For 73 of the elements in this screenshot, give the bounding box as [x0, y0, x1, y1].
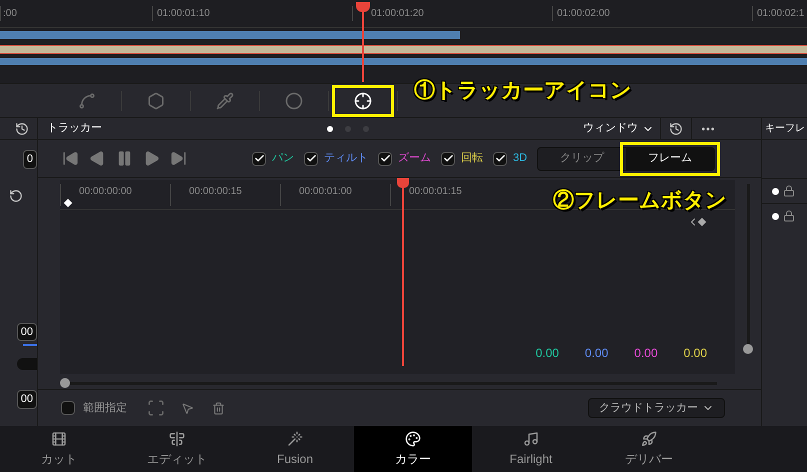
- play-icon[interactable]: [143, 150, 160, 167]
- window-menu[interactable]: ウィンドウ: [583, 120, 654, 137]
- checkbox[interactable]: [441, 152, 455, 166]
- timecode-label: 01:00:01:10: [152, 6, 352, 21]
- skip-forward-icon[interactable]: [170, 150, 187, 167]
- panel-title: トラッカー: [47, 121, 103, 136]
- option-label: 回転: [461, 151, 483, 166]
- option-label: パン: [272, 151, 294, 166]
- keyframe-icon: [64, 198, 72, 208]
- audio-icon: [523, 430, 539, 446]
- page-tab[interactable]: カット: [0, 426, 118, 472]
- checkbox[interactable]: [252, 152, 266, 166]
- reset-icon[interactable]: [15, 122, 29, 136]
- page-tab[interactable]: Fusion: [236, 426, 354, 472]
- annotation-label: ①トラッカーアイコン: [414, 80, 632, 101]
- check-icon: [380, 153, 390, 164]
- color-icon: [405, 430, 421, 446]
- option-label: 3D: [513, 151, 528, 166]
- checkbox[interactable]: [304, 152, 318, 166]
- deliver-icon: [641, 430, 657, 446]
- fusion-icon: [287, 430, 303, 446]
- tracker-icon: [354, 92, 372, 110]
- timecode-label: 00:00:00:15: [170, 184, 280, 206]
- warper-icon: [147, 92, 165, 110]
- timecode-label: :00: [0, 6, 152, 21]
- value-readout: 0.00: [584, 345, 608, 362]
- qualifier-icon: [216, 92, 234, 110]
- lock-icon[interactable]: [783, 210, 795, 222]
- play-reverse-icon[interactable]: [89, 150, 106, 167]
- value-readout: 0.00: [634, 345, 658, 362]
- page-tab[interactable]: デリバー: [590, 426, 708, 472]
- value-field[interactable]: 00: [16, 322, 37, 341]
- timecode-label: 01:00:02:00: [552, 6, 752, 21]
- check-icon: [442, 153, 454, 164]
- checkbox[interactable]: [378, 152, 392, 166]
- checkbox[interactable]: [61, 401, 75, 415]
- value-readout: 0.00: [536, 345, 559, 362]
- keyframe-icon[interactable]: [698, 218, 706, 226]
- check-icon: [306, 153, 316, 164]
- reset-icon[interactable]: [9, 188, 23, 202]
- tracker-type-dropdown[interactable]: クラウドトラッカー: [588, 398, 725, 418]
- mode-tab[interactable]: フレーム: [626, 148, 714, 170]
- palette-tool-button[interactable]: [332, 84, 394, 116]
- value-readout: 0.00: [684, 345, 707, 362]
- edit-icon: [169, 430, 185, 446]
- scroll-thumb[interactable]: [60, 378, 70, 388]
- option-label: ティルト: [324, 151, 368, 166]
- timecode-label: 01:00:02:1: [752, 6, 807, 21]
- trash-icon[interactable]: [212, 402, 225, 414]
- mode-tab[interactable]: クリップ: [538, 148, 626, 170]
- cut-icon: [51, 430, 67, 446]
- option-label: ズーム: [398, 151, 431, 166]
- lock-icon[interactable]: [783, 185, 795, 197]
- reset-icon[interactable]: [669, 122, 683, 136]
- page-tab[interactable]: Fairlight: [472, 426, 590, 472]
- window-icon: [285, 92, 303, 110]
- pointer-icon[interactable]: [181, 402, 194, 414]
- annotation-label: ②フレームボタン: [553, 190, 727, 211]
- range-label: 範囲指定: [83, 400, 128, 416]
- pause-icon[interactable]: [116, 150, 133, 167]
- check-icon: [254, 153, 264, 164]
- value-field[interactable]: 0: [22, 150, 37, 168]
- curves-icon: [78, 92, 96, 110]
- page-tab[interactable]: カラー: [354, 426, 472, 472]
- page-tab[interactable]: エディット: [118, 426, 236, 472]
- timecode-label: 00:00:01:00: [280, 184, 390, 206]
- skip-back-icon[interactable]: [62, 150, 79, 167]
- checkbox[interactable]: [493, 152, 507, 166]
- zoom-slider-thumb[interactable]: [742, 344, 752, 354]
- check-icon: [494, 153, 506, 164]
- panel-title: キーフレ: [765, 122, 805, 136]
- value-field[interactable]: 00: [16, 390, 37, 408]
- selection-frame-icon[interactable]: [147, 399, 165, 417]
